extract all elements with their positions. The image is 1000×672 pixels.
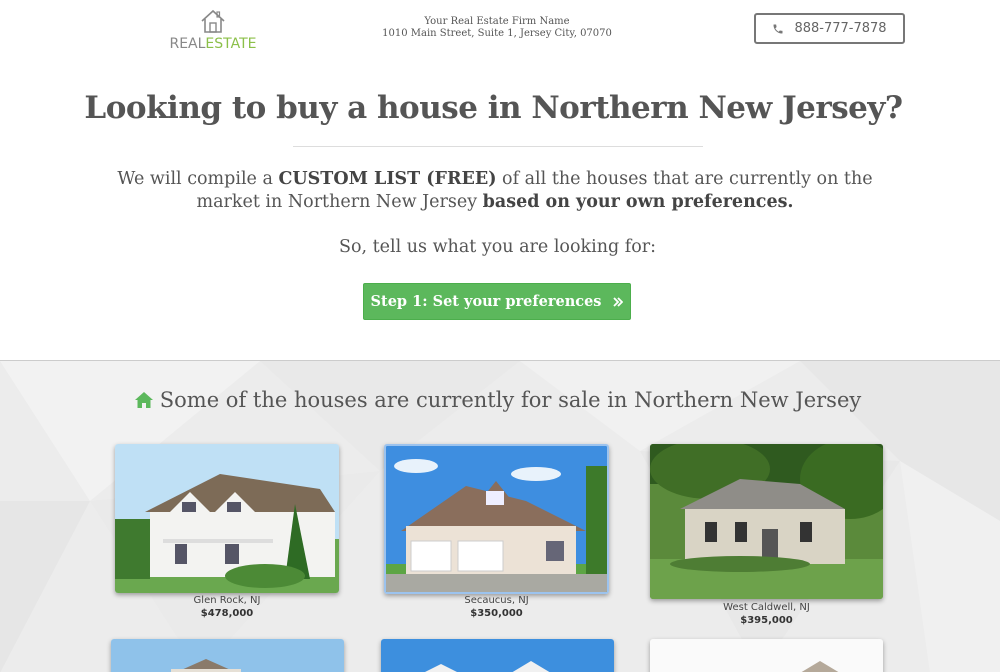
listing-location: Glen Rock, NJ (193, 595, 261, 606)
house-outline-icon (201, 9, 225, 33)
hero-title: Looking to buy a house in Northern New J… (84, 90, 903, 126)
phone-button[interactable]: 888-777-7878 (754, 13, 905, 44)
listing-location: Secaucus, NJ (464, 595, 529, 606)
hero-text-1: We will compile a (117, 169, 279, 189)
firm-name: Your Real Estate Firm Name (424, 16, 570, 27)
hero-text-bold-1: CUSTOM LIST (FREE) (278, 169, 497, 189)
logo[interactable]: REALESTATE (168, 8, 258, 52)
hero-divider (293, 146, 703, 147)
logo-real: REAL (169, 36, 206, 52)
set-preferences-label: Step 1: Set your preferences (370, 293, 602, 310)
set-preferences-button[interactable]: Step 1: Set your preferences (363, 283, 631, 320)
listing-photo[interactable] (384, 444, 609, 594)
hero-text-bold-2: based on your own preferences. (482, 192, 794, 212)
listing-card-west-caldwell[interactable]: West Caldwell, NJ $395,000 (650, 444, 883, 632)
phone-number: 888-777-7878 (794, 21, 887, 36)
firm-info: Your Real Estate Firm Name 1010 Main Str… (370, 16, 624, 40)
listing-photo[interactable] (111, 639, 344, 672)
listings-title-text: Some of the houses are currently for sal… (159, 388, 862, 412)
logo-estate: ESTATE (205, 36, 257, 52)
header: REALESTATE Your Real Estate Firm Name 10… (0, 0, 1000, 70)
hero-description: We will compile a CUSTOM LIST (FREE) of … (90, 168, 900, 214)
listing-photo[interactable] (115, 444, 339, 593)
phone-icon (773, 24, 783, 33)
listing-photo[interactable] (650, 639, 883, 672)
listing-location: West Caldwell, NJ (723, 602, 810, 613)
home-icon (134, 392, 153, 408)
listing-price: $478,000 (200, 608, 254, 619)
listing-card-secaucus[interactable]: Secaucus, NJ $350,000 (384, 444, 609, 624)
hero-prompt: So, tell us what you are looking for: (338, 237, 657, 257)
listing-price: $395,000 (740, 615, 793, 626)
double-chevron-right-icon (613, 296, 624, 307)
listing-photo[interactable] (650, 444, 883, 599)
listing-price: $350,000 (470, 608, 523, 619)
firm-address: 1010 Main Street, Suite 1, Jersey City, … (382, 28, 612, 39)
listing-photo[interactable] (381, 639, 614, 672)
listing-card-glen-rock[interactable]: Glen Rock, NJ $478,000 (115, 444, 339, 624)
listing-card-partial[interactable] (381, 639, 614, 672)
listings-title: Some of the houses are currently for sal… (0, 388, 995, 412)
listing-card-partial[interactable] (650, 639, 883, 672)
logo-text: REALESTATE (168, 36, 258, 52)
listing-card-partial[interactable] (111, 639, 344, 672)
listings-section: Some of the houses are currently for sal… (0, 360, 1000, 672)
